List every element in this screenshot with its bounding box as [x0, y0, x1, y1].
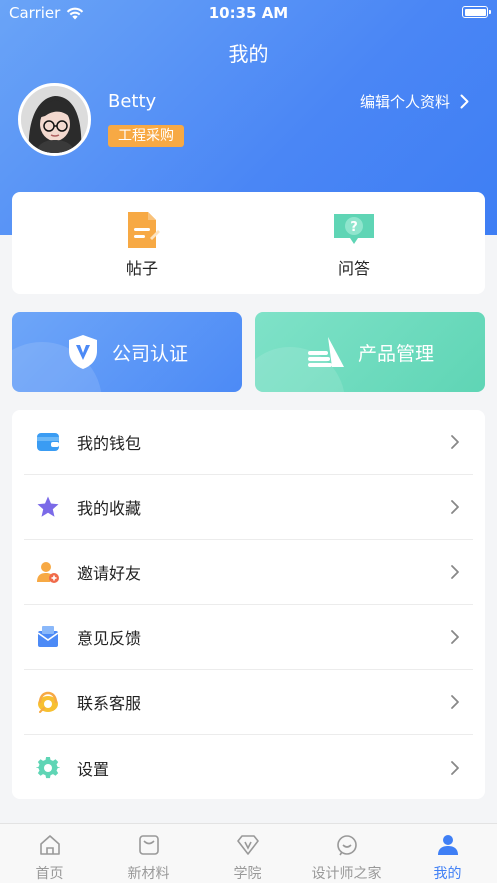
menu-item-label: 我的收藏	[77, 499, 142, 518]
chevron-right-icon	[451, 695, 459, 709]
chevron-right-icon	[451, 435, 459, 449]
material-icon	[138, 835, 159, 855]
menu-item-label: 我的钱包	[77, 434, 142, 453]
svg-text:?: ?	[350, 220, 358, 235]
menu-item-customer-service[interactable]: 联系客服	[24, 670, 473, 735]
chevron-right-icon	[451, 630, 459, 644]
menu-item-label: 联系客服	[77, 694, 142, 713]
product-management-label: 产品管理	[357, 342, 434, 365]
chevron-right-icon	[451, 760, 459, 775]
menu-item-label: 意见反馈	[77, 629, 142, 648]
star-icon	[37, 496, 59, 517]
tab-label: 设计师之家	[311, 866, 382, 882]
tab-home[interactable]: 首页	[0, 824, 99, 883]
user-role-badge: 工程采购	[108, 125, 184, 147]
quick-action-qa[interactable]: ? 问答	[236, 192, 472, 294]
tab-mine[interactable]: 我的	[398, 824, 497, 883]
menu-item-feedback[interactable]: 意见反馈	[24, 605, 473, 670]
layers-icon	[307, 337, 344, 367]
menu-item-favorites[interactable]: 我的收藏	[24, 475, 473, 540]
tab-label: 我的	[433, 866, 462, 882]
tab-label: 新材料	[127, 866, 170, 882]
menu-item-settings[interactable]: 设置	[24, 735, 473, 800]
quick-action-label: 帖子	[125, 259, 158, 278]
status-time: 10:35 AM	[208, 4, 289, 22]
tab-label: 学院	[233, 866, 262, 882]
tab-new-materials[interactable]: 新材料	[99, 824, 198, 883]
designer-icon	[336, 835, 357, 856]
chevron-right-icon	[451, 565, 459, 579]
wallet-icon	[37, 433, 59, 451]
quick-action-label: 问答	[337, 259, 370, 278]
avatar[interactable]	[18, 83, 91, 156]
chevron-right-icon	[460, 94, 469, 109]
edit-profile-label: 编辑个人资料	[359, 93, 450, 111]
menu-item-label: 邀请好友	[77, 564, 142, 583]
menu-item-wallet[interactable]: 我的钱包	[24, 410, 473, 475]
product-management-button[interactable]: 产品管理	[255, 312, 485, 392]
quick-action-posts[interactable]: 帖子	[24, 192, 260, 294]
chevron-right-icon	[451, 500, 459, 514]
feedback-mail-icon	[37, 626, 59, 647]
user-name: Betty	[108, 91, 157, 112]
headset-icon	[38, 691, 58, 713]
menu-item-label: 设置	[77, 759, 110, 779]
home-icon	[39, 835, 60, 855]
question-bubble-icon: ?	[334, 214, 374, 244]
academy-icon	[236, 835, 259, 855]
menu-list: 我的钱包 我的收藏 邀请好友 意见反馈 联系客服 设置	[12, 410, 485, 799]
avatar-illustration	[21, 86, 88, 153]
company-certification-label: 公司认证	[111, 342, 188, 365]
page-title: 我的	[228, 42, 269, 66]
gear-icon	[36, 756, 60, 778]
tab-academy[interactable]: 学院	[198, 824, 297, 883]
user-icon	[437, 835, 458, 855]
tab-bar: 首页 新材料 学院 设计师之家 我的	[0, 823, 497, 883]
menu-item-invite-friends[interactable]: 邀请好友	[24, 540, 473, 605]
status-bar: Carrier 10:35 AM	[0, 0, 497, 26]
document-icon	[128, 212, 160, 248]
edit-profile-link[interactable]: 编辑个人资料	[360, 91, 469, 112]
battery-icon	[462, 6, 491, 18]
tab-designer-home[interactable]: 设计师之家	[297, 824, 396, 883]
quick-actions-card: 帖子 ? 问答	[12, 192, 485, 294]
invite-user-icon	[37, 562, 59, 583]
shield-v-icon	[68, 335, 97, 369]
tab-label: 首页	[35, 866, 64, 882]
company-certification-button[interactable]: 公司认证	[12, 312, 242, 392]
